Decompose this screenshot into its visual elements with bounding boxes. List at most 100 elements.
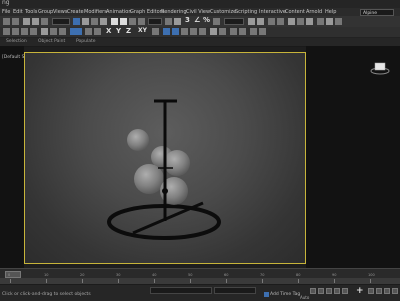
select-by-name-icon[interactable]	[82, 18, 89, 25]
menu-help[interactable]: Help	[325, 8, 336, 16]
status-bar: Click or click-and-drag to select object…	[0, 284, 400, 301]
snap-pivot-icon[interactable]	[210, 28, 217, 35]
snap-edge-icon[interactable]	[190, 28, 197, 35]
percent-snap-icon[interactable]: %	[203, 16, 210, 24]
placement-icon[interactable]	[138, 18, 145, 25]
angle-snap-icon[interactable]: ∠	[194, 16, 200, 24]
snap-face-icon[interactable]	[199, 28, 206, 35]
tab-populate[interactable]: Populate	[76, 38, 96, 46]
layer-dropdown[interactable]	[70, 28, 82, 35]
modeling-tool-icon[interactable]	[3, 28, 10, 35]
goto-start-icon[interactable]	[310, 288, 316, 294]
snap-perpendicular-icon[interactable]	[230, 28, 237, 35]
menu-create[interactable]: Create	[67, 8, 84, 16]
select-object-icon[interactable]	[73, 18, 80, 25]
menu-group[interactable]: Group	[38, 8, 53, 16]
play-icon[interactable]	[326, 288, 332, 294]
menu-views[interactable]: Views	[53, 8, 67, 16]
snap-endpoint-icon[interactable]	[250, 28, 257, 35]
freeform-tool-icon[interactable]	[12, 28, 19, 35]
perspective-viewport[interactable]	[24, 52, 306, 264]
snap-vertex-icon[interactable]	[181, 28, 188, 35]
right-panel	[306, 46, 400, 268]
menu-scripting[interactable]: Scripting	[235, 8, 257, 16]
goto-end-icon[interactable]	[342, 288, 348, 294]
menu-civil-view[interactable]: Civil View	[186, 8, 210, 16]
pivot-center-icon[interactable]	[165, 18, 172, 25]
add-time-tag-button[interactable]: Add Time Tag	[270, 292, 300, 297]
scene-explorer-icon[interactable]	[268, 18, 275, 25]
select-manipulate-icon[interactable]	[174, 18, 181, 25]
menu-rendering[interactable]: Rendering	[161, 8, 187, 16]
orbit-icon[interactable]	[384, 288, 390, 294]
workspace-dropdown[interactable]: Alpine	[360, 8, 394, 16]
previous-frame-icon[interactable]	[318, 288, 324, 294]
unlink-icon[interactable]	[32, 18, 39, 25]
rectangle-selection-icon[interactable]	[91, 18, 98, 25]
main-toolbar: 3 ∠ %	[0, 16, 400, 27]
link-icon[interactable]	[23, 18, 30, 25]
viewport-layout-icon[interactable]	[59, 28, 66, 35]
curve-editor-icon[interactable]	[288, 18, 295, 25]
scale-icon[interactable]	[129, 18, 136, 25]
timeline-tick-label: 90	[332, 273, 337, 277]
next-frame-icon[interactable]	[334, 288, 340, 294]
zoom-icon[interactable]	[368, 288, 374, 294]
menu-graph-editors[interactable]: Graph Editors	[130, 8, 164, 16]
layer-add-icon[interactable]	[85, 28, 92, 35]
snap-bounding-box-icon[interactable]	[219, 28, 226, 35]
align-icon[interactable]	[257, 18, 264, 25]
create-key-icon[interactable]: +	[356, 287, 364, 296]
coordinate-fields[interactable]	[150, 287, 212, 294]
bind-space-warp-icon[interactable]	[41, 18, 48, 25]
maximize-viewport-icon[interactable]	[392, 288, 398, 294]
menu-arnold[interactable]: Arnold	[306, 8, 322, 16]
snap-grid-icon[interactable]	[172, 28, 179, 35]
menu-file[interactable]: File	[2, 8, 10, 16]
reference-coordinate-dropdown[interactable]	[148, 18, 162, 25]
menu-customize[interactable]: Customize	[210, 8, 236, 16]
window-title: ng	[2, 0, 10, 6]
selection-tool-icon[interactable]	[21, 28, 28, 35]
material-editor-icon[interactable]	[306, 18, 313, 25]
undo-icon[interactable]	[3, 18, 10, 25]
axis-toggle-icon[interactable]	[152, 28, 159, 35]
constrain-z-icon[interactable]: Z	[126, 27, 131, 35]
ribbon-toggle-icon[interactable]	[50, 28, 57, 35]
menu-modifiers[interactable]: Modifiers	[84, 8, 107, 16]
menu-edit[interactable]: Edit	[13, 8, 23, 16]
layer-explorer-icon[interactable]	[277, 18, 284, 25]
render-setup-icon[interactable]	[317, 18, 324, 25]
mirror-icon[interactable]	[248, 18, 255, 25]
tab-object-paint[interactable]: Object Paint	[38, 38, 65, 46]
auto-key-button[interactable]: Auto	[300, 295, 309, 300]
menu-animation[interactable]: Animation	[106, 8, 132, 16]
render-icon[interactable]	[335, 18, 342, 25]
constrain-xy-icon[interactable]: XY	[138, 27, 147, 35]
window-crossing-icon[interactable]	[100, 18, 107, 25]
tab-selection[interactable]: Selection	[6, 38, 27, 46]
snap-midpoint-icon[interactable]	[259, 28, 266, 35]
snap-tangent-icon[interactable]	[239, 28, 246, 35]
named-selection-sets-dropdown[interactable]	[224, 18, 244, 25]
snap-3-icon[interactable]: 3	[185, 16, 190, 24]
constrain-y-icon[interactable]: Y	[116, 27, 121, 35]
redo-icon[interactable]	[12, 18, 19, 25]
rotate-icon[interactable]	[120, 18, 127, 25]
grid-field[interactable]	[214, 287, 256, 294]
layer-remove-icon[interactable]	[94, 28, 101, 35]
rendered-frame-window-icon[interactable]	[326, 18, 333, 25]
snap-point-icon[interactable]	[163, 28, 170, 35]
object-paint-tool-icon[interactable]	[30, 28, 37, 35]
menu-tools[interactable]: Tools	[25, 8, 37, 16]
pan-icon[interactable]	[376, 288, 382, 294]
constrain-x-icon[interactable]: X	[106, 27, 111, 35]
menu-content[interactable]: Content	[285, 8, 305, 16]
schematic-view-icon[interactable]	[297, 18, 304, 25]
selection-filter-dropdown[interactable]	[52, 18, 70, 25]
menu-interactive[interactable]: Interactive	[259, 8, 286, 16]
move-icon[interactable]	[111, 18, 118, 25]
viewcube-icon[interactable]	[369, 60, 391, 76]
spinner-snap-icon[interactable]	[213, 18, 220, 25]
populate-tool-icon[interactable]	[41, 28, 48, 35]
